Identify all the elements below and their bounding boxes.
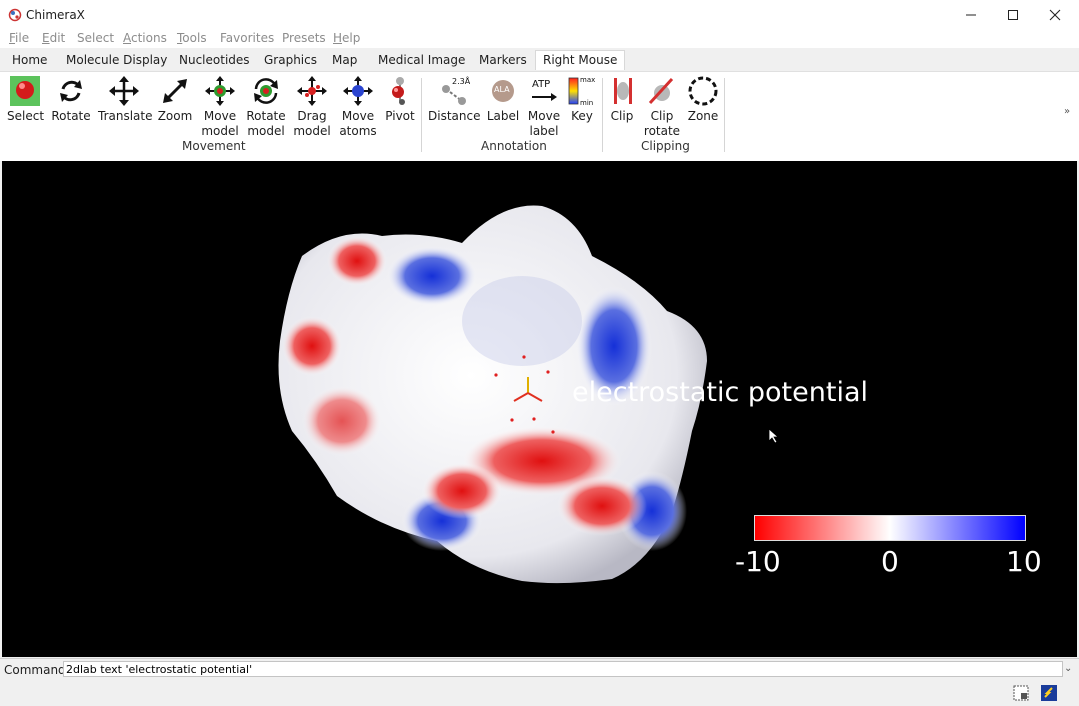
chimerax-logo-icon — [8, 8, 22, 22]
tab-markers[interactable]: Markers — [472, 51, 534, 70]
tab-map[interactable]: Map — [325, 51, 364, 70]
group-label-movement: Movement — [182, 139, 246, 153]
distance-tool-button[interactable]: 2.3Å Distance — [428, 75, 480, 124]
move-label-icon: ATP — [532, 79, 557, 101]
pivot-tool-button[interactable]: Pivot — [383, 75, 417, 124]
menu-tools[interactable]: Tools — [177, 31, 207, 45]
close-button[interactable] — [1033, 0, 1077, 30]
move-atoms-tool-button[interactable]: Move atoms — [338, 75, 378, 139]
rotate-arrows-icon — [60, 80, 82, 102]
toolbar-tabs: Home Molecule Display Nucleotides Graphi… — [0, 49, 1079, 71]
color-key-min-label: -10 — [735, 545, 781, 578]
toolbar-separator — [602, 78, 603, 152]
protein-surface-image — [278, 205, 707, 584]
maximize-icon — [1008, 10, 1018, 20]
command-label: Command: — [4, 663, 70, 677]
maximize-button[interactable] — [991, 0, 1035, 30]
svg-text:ATP: ATP — [532, 79, 550, 90]
color-key-icon: max min — [568, 76, 595, 107]
clip-icon — [614, 78, 632, 104]
key-tool-button[interactable]: max min Key — [566, 75, 598, 124]
svg-text:min: min — [580, 99, 593, 107]
tab-right-mouse[interactable]: Right Mouse — [535, 50, 626, 70]
menu-favorites[interactable]: Favorites — [220, 31, 274, 45]
menu-edit[interactable]: Edit — [42, 31, 65, 45]
right-mouse-toolbar: Select Rotate Translate Zoom Move model … — [0, 71, 1079, 161]
command-input[interactable] — [63, 661, 1063, 677]
2d-text-label: electrostatic potential — [572, 377, 868, 408]
close-icon — [1049, 9, 1061, 21]
zone-tool-button[interactable]: Zone — [685, 75, 721, 124]
drag-model-tool-button[interactable]: Drag model — [293, 75, 331, 139]
menu-actions[interactable]: Actions — [123, 31, 167, 45]
clip-tool-button[interactable]: Clip — [607, 75, 637, 124]
color-key-max-label: 10 — [1006, 545, 1042, 578]
toolbar-separator — [724, 78, 725, 152]
group-label-clipping: Clipping — [641, 139, 690, 153]
translate-tool-button[interactable]: Translate — [98, 75, 153, 124]
group-label-annotation: Annotation — [481, 139, 547, 153]
rotate-model-icon — [254, 78, 278, 104]
status-bar — [0, 681, 1079, 706]
tab-molecule-display[interactable]: Molecule Display — [59, 51, 174, 70]
title-bar: ChimeraX — [0, 0, 1079, 30]
move-label-tool-button[interactable]: ATP Move label — [525, 75, 563, 139]
window-title: ChimeraX — [26, 8, 85, 22]
toolbar-overflow-chevron-icon[interactable]: » — [1064, 106, 1070, 117]
select-red-ball-icon — [10, 76, 40, 106]
tab-graphics[interactable]: Graphics — [257, 51, 324, 70]
move-model-icon — [205, 76, 235, 106]
pivot-icon — [392, 77, 405, 105]
minimize-icon — [966, 14, 976, 16]
label-tool-button[interactable]: ALA Label — [486, 75, 520, 124]
svg-text:2.3Å: 2.3Å — [452, 75, 470, 86]
zoom-diagonal-arrows-icon — [163, 79, 187, 103]
svg-text:max: max — [580, 76, 595, 84]
menu-file[interactable]: File — [9, 31, 29, 45]
clip-rotate-tool-button[interactable]: Clip rotate — [642, 75, 682, 139]
command-history-chevron-icon[interactable]: ⌄ — [1064, 663, 1072, 674]
move-model-tool-button[interactable]: Move model — [200, 75, 240, 139]
tab-medical-image[interactable]: Medical Image — [371, 51, 472, 70]
rotate-model-tool-button[interactable]: Rotate model — [245, 75, 287, 139]
select-tool-button[interactable]: Select — [7, 75, 44, 124]
move-atoms-icon — [343, 76, 373, 106]
tab-nucleotides[interactable]: Nucleotides — [172, 51, 257, 70]
toolbar-separator — [421, 78, 422, 152]
command-line: Command: ⌄ — [0, 658, 1079, 681]
shell-icon[interactable] — [1040, 684, 1058, 702]
svg-text:ALA: ALA — [494, 85, 510, 94]
chimerax-window: ChimeraX File Edit Select Actions Tools … — [0, 0, 1079, 706]
graphics-viewport[interactable]: electrostatic potential -10 0 10 — [2, 161, 1077, 657]
distance-icon: 2.3Å — [442, 75, 470, 105]
drag-model-icon — [297, 76, 327, 106]
color-key-mid-label: 0 — [881, 545, 899, 578]
color-key-bar — [754, 515, 1026, 541]
menu-select[interactable]: Select — [77, 31, 114, 45]
clip-rotate-icon — [648, 77, 674, 105]
translate-cross-arrows-icon — [109, 76, 139, 106]
menu-help[interactable]: Help — [333, 31, 360, 45]
label-icon: ALA — [492, 80, 514, 102]
menu-presets[interactable]: Presets — [282, 31, 326, 45]
mouse-pointer-icon — [768, 428, 780, 444]
zoom-tool-button[interactable]: Zoom — [156, 75, 194, 124]
selection-inspector-icon[interactable] — [1012, 684, 1030, 702]
menu-bar: File Edit Select Actions Tools Favorites… — [0, 30, 1079, 48]
minimize-button[interactable] — [949, 0, 993, 30]
zone-icon — [688, 76, 718, 106]
tab-home[interactable]: Home — [5, 51, 54, 70]
rotate-tool-button[interactable]: Rotate — [50, 75, 92, 124]
